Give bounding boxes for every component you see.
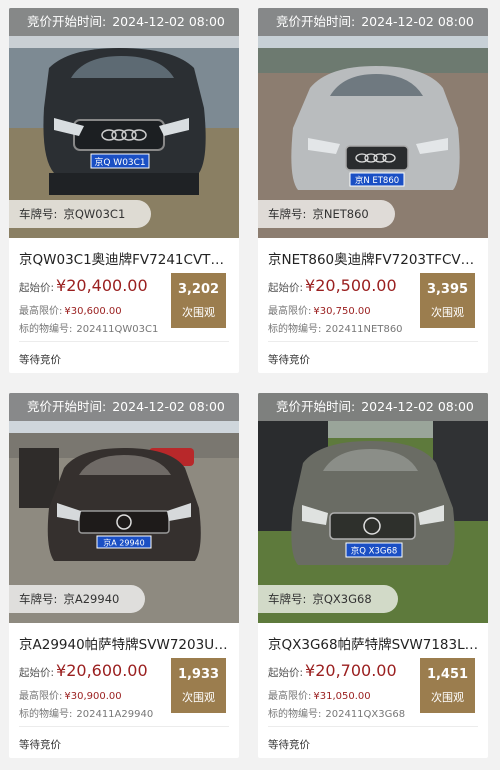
svg-text:京Q W03C1: 京Q W03C1 bbox=[94, 156, 145, 168]
view-count-badge: 1,933 次围观 bbox=[171, 658, 226, 713]
view-count: 1,933 bbox=[177, 667, 220, 682]
listing-title[interactable]: 京NET860奥迪牌FV7203TFCVT银色 bbox=[268, 248, 480, 268]
divider bbox=[268, 341, 478, 342]
auction-status: 等待竞价 bbox=[268, 354, 310, 366]
view-count-badge: 3,202 次围观 bbox=[171, 273, 226, 328]
start-price-value: ¥20,400.00 bbox=[56, 276, 148, 295]
view-count-unit: 次围观 bbox=[431, 691, 464, 704]
item-no-value: 202411QX3G68 bbox=[325, 709, 406, 720]
max-price-value: ¥31,050.00 bbox=[313, 691, 371, 702]
price-info: 起始价: ¥20,600.00 最高限价: ¥30,900.00 标的物编号: 202… bbox=[19, 661, 169, 721]
plate-tag: 车牌号: 京QX3G68 bbox=[258, 585, 398, 613]
item-no-value: 202411NET860 bbox=[325, 324, 403, 335]
view-count-unit: 次围观 bbox=[431, 306, 464, 319]
svg-text:京A 29940: 京A 29940 bbox=[103, 538, 144, 548]
price-info: 起始价: ¥20,700.00 最高限价: ¥31,050.00 标的物编号: 202… bbox=[268, 661, 418, 721]
max-price-value: ¥30,900.00 bbox=[64, 691, 122, 702]
svg-text:京N ET860: 京N ET860 bbox=[355, 175, 399, 186]
start-price-label: 起始价: bbox=[19, 282, 55, 294]
view-count-unit: 次围观 bbox=[182, 691, 215, 704]
car-photo[interactable]: 京N ET860 竞价开始时间: 2024-12-02 08:00 车牌号: 京NE… bbox=[258, 8, 488, 238]
start-price-label: 起始价: bbox=[268, 667, 304, 679]
auction-start-value: 2024-12-02 08:00 bbox=[361, 399, 474, 414]
listing-title[interactable]: 京QX3G68帕萨特牌SVW7183LJD灰色 bbox=[268, 633, 480, 653]
start-price-value: ¥20,600.00 bbox=[56, 661, 148, 680]
auction-card[interactable]: 京N ET860 竞价开始时间: 2024-12-02 08:00 车牌号: 京NE… bbox=[258, 8, 488, 373]
view-count-badge: 3,395 次围观 bbox=[420, 273, 475, 328]
auction-status: 等待竞价 bbox=[19, 739, 61, 751]
svg-text:京Q X3G68: 京Q X3G68 bbox=[351, 546, 398, 557]
plate-label: 车牌号: bbox=[268, 207, 307, 221]
start-price-value: ¥20,500.00 bbox=[305, 276, 397, 295]
plate-label: 车牌号: bbox=[19, 592, 58, 606]
divider bbox=[19, 726, 229, 727]
start-price-value: ¥20,700.00 bbox=[305, 661, 397, 680]
auction-start-label: 竞价开始时间: bbox=[276, 399, 356, 414]
view-count: 1,451 bbox=[426, 667, 469, 682]
max-price-label: 最高限价: bbox=[19, 306, 63, 317]
max-price-value: ¥30,750.00 bbox=[313, 306, 371, 317]
view-count-badge: 1,451 次围观 bbox=[420, 658, 475, 713]
plate-value: 京A29940 bbox=[63, 592, 120, 606]
auction-start-value: 2024-12-02 08:00 bbox=[112, 14, 225, 29]
item-no-value: 202411QW03C1 bbox=[76, 324, 159, 335]
auction-start-value: 2024-12-02 08:00 bbox=[361, 14, 474, 29]
item-no-label: 标的物编号: bbox=[268, 709, 322, 720]
auction-start-value: 2024-12-02 08:00 bbox=[112, 399, 225, 414]
item-no-value: 202411A29940 bbox=[76, 709, 154, 720]
item-no-label: 标的物编号: bbox=[268, 324, 322, 335]
auction-card[interactable]: 京Q W03C1 竞价开始时间: 2024-12-02 08:00 车牌号: 京QW… bbox=[9, 8, 239, 373]
item-no-label: 标的物编号: bbox=[19, 324, 73, 335]
max-price-label: 最高限价: bbox=[19, 691, 63, 702]
auction-status: 等待竞价 bbox=[268, 739, 310, 751]
listing-title[interactable]: 京A29940帕萨特牌SVW7203UPJ黑色 bbox=[19, 633, 231, 653]
plate-tag: 车牌号: 京QW03C1 bbox=[9, 200, 152, 228]
plate-tag: 车牌号: 京A29940 bbox=[9, 585, 146, 613]
auction-card[interactable]: 京A 29940 竞价开始时间: 2024-12-02 08:00 车牌号: 京A2… bbox=[9, 393, 239, 758]
max-price-label: 最高限价: bbox=[268, 691, 312, 702]
start-price-label: 起始价: bbox=[268, 282, 304, 294]
divider bbox=[19, 341, 229, 342]
plate-label: 车牌号: bbox=[268, 592, 307, 606]
auction-status: 等待竞价 bbox=[19, 354, 61, 366]
auction-card[interactable]: 京Q X3G68 竞价开始时间: 2024-12-02 08:00 车牌号: 京QX… bbox=[258, 393, 488, 758]
auction-start-time-bar: 竞价开始时间: 2024-12-02 08:00 bbox=[9, 8, 239, 36]
auction-start-label: 竞价开始时间: bbox=[27, 14, 107, 29]
listing-title[interactable]: 京QW03C1奥迪牌FV7241CVT黑色 bbox=[19, 248, 231, 268]
start-price-label: 起始价: bbox=[19, 667, 55, 679]
auction-start-time-bar: 竞价开始时间: 2024-12-02 08:00 bbox=[258, 393, 488, 421]
plate-value: 京QX3G68 bbox=[312, 592, 372, 606]
price-info: 起始价: ¥20,500.00 最高限价: ¥30,750.00 标的物编号: 202… bbox=[268, 276, 418, 336]
car-photo[interactable]: 京A 29940 竞价开始时间: 2024-12-02 08:00 车牌号: 京A2… bbox=[9, 393, 239, 623]
auction-start-label: 竞价开始时间: bbox=[27, 399, 107, 414]
car-photo[interactable]: 京Q W03C1 竞价开始时间: 2024-12-02 08:00 车牌号: 京QW… bbox=[9, 8, 239, 238]
price-info: 起始价: ¥20,400.00 最高限价: ¥30,600.00 标的物编号: 202… bbox=[19, 276, 169, 336]
view-count: 3,202 bbox=[177, 282, 220, 297]
plate-value: 京QW03C1 bbox=[63, 207, 126, 221]
plate-label: 车牌号: bbox=[19, 207, 58, 221]
plate-tag: 车牌号: 京NET860 bbox=[258, 200, 395, 228]
plate-value: 京NET860 bbox=[312, 207, 369, 221]
max-price-label: 最高限价: bbox=[268, 306, 312, 317]
car-photo[interactable]: 京Q X3G68 竞价开始时间: 2024-12-02 08:00 车牌号: 京QX… bbox=[258, 393, 488, 623]
auction-start-time-bar: 竞价开始时间: 2024-12-02 08:00 bbox=[258, 8, 488, 36]
auction-start-label: 竞价开始时间: bbox=[276, 14, 356, 29]
view-count: 3,395 bbox=[426, 282, 469, 297]
max-price-value: ¥30,600.00 bbox=[64, 306, 122, 317]
item-no-label: 标的物编号: bbox=[19, 709, 73, 720]
divider bbox=[268, 726, 478, 727]
view-count-unit: 次围观 bbox=[182, 306, 215, 319]
auction-start-time-bar: 竞价开始时间: 2024-12-02 08:00 bbox=[9, 393, 239, 421]
